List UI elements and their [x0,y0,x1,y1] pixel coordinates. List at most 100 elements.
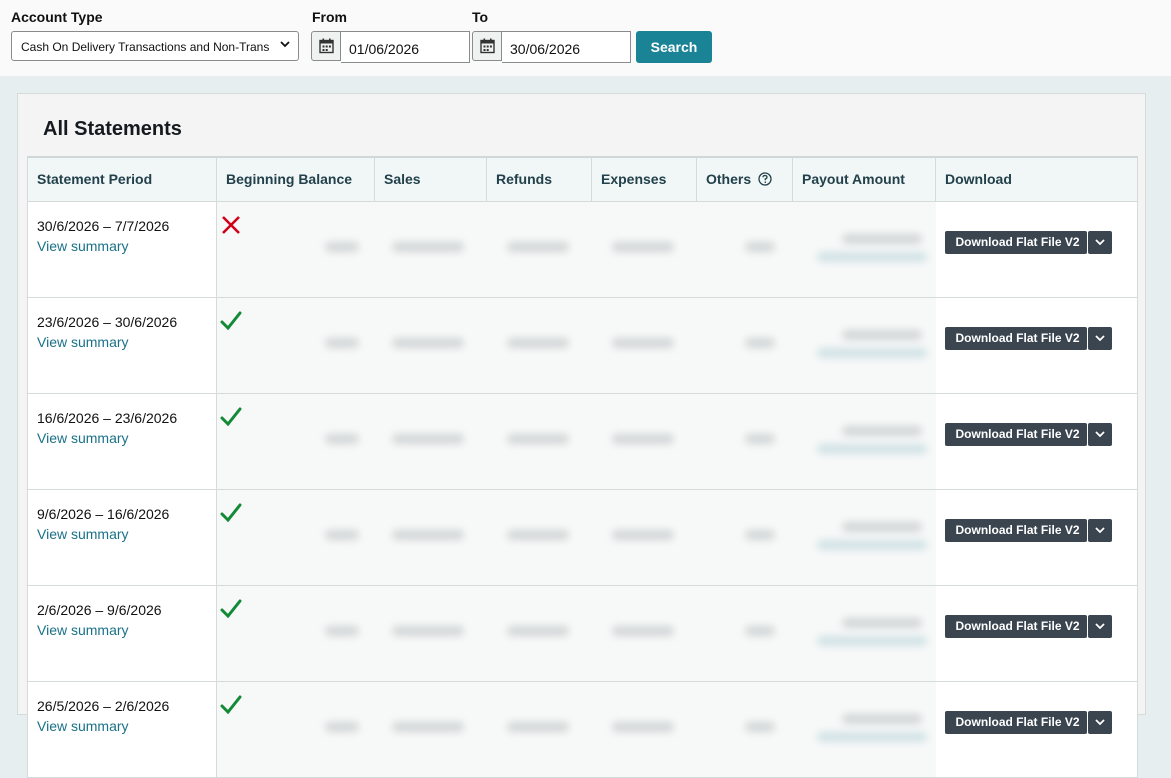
redacted-amounts [216,681,936,778]
redacted-value [325,433,359,444]
chevron-down-icon [280,41,290,48]
download-flat-file-button[interactable]: Download Flat File V2 [944,230,1087,254]
view-summary-link[interactable]: View summary [37,332,216,352]
redacted-value [745,721,775,732]
chevron-down-icon [1094,430,1105,437]
download-flat-file-button[interactable]: Download Flat File V2 [944,614,1087,638]
redacted-value [612,721,674,732]
redacted-value [507,529,569,540]
to-label: To [472,9,489,25]
redacted-value [325,241,359,252]
redacted-value [612,529,674,540]
redacted-value [842,233,922,244]
header-payout-amount[interactable]: Payout Amount [792,156,936,202]
to-date-input[interactable]: 30/06/2026 [502,31,631,63]
download-options-dropdown[interactable] [1087,422,1112,446]
redacted-value [612,625,674,636]
redacted-value [612,241,674,252]
header-others-label: Others [706,171,752,188]
redacted-value [325,337,359,348]
download-options-dropdown[interactable] [1087,614,1112,638]
view-summary-link[interactable]: View summary [37,716,216,736]
filter-bar: Account Type Cash On Delivery Transactio… [0,0,1171,76]
header-expenses[interactable]: Expenses [591,156,697,202]
redacted-value [817,635,927,646]
redacted-value [507,337,569,348]
account-type-label: Account Type [11,9,103,25]
redacted-value [817,347,927,358]
statement-period-cell: 23/6/2026 – 30/6/2026 View summary [27,297,217,394]
statement-period-cell: 30/6/2026 – 7/7/2026 View summary [27,201,217,298]
table-row: 2/6/2026 – 9/6/2026 View summary Downloa… [27,585,1138,682]
redacted-value [392,337,464,348]
view-summary-link[interactable]: View summary [37,236,216,256]
download-flat-file-button[interactable]: Download Flat File V2 [944,422,1087,446]
view-summary-link[interactable]: View summary [37,524,216,544]
redacted-value [612,433,674,444]
calendar-icon[interactable] [311,31,341,61]
redacted-value [817,251,927,262]
redacted-value [842,617,922,628]
download-options-dropdown[interactable] [1087,518,1112,542]
redacted-amounts [216,393,936,490]
account-type-select[interactable]: Cash On Delivery Transactions and Non-Tr… [11,31,299,61]
statements-panel: All Statements Statement Period Beginnin… [17,93,1146,778]
download-options-dropdown[interactable] [1087,326,1112,350]
download-cell: Download Flat File V2 [935,585,1138,682]
statements-table: Statement Period Beginning Balance Sales… [27,156,1138,778]
check-icon [220,311,242,330]
x-icon [222,215,240,234]
download-flat-file-button[interactable]: Download Flat File V2 [944,326,1087,350]
download-cell: Download Flat File V2 [935,489,1138,586]
redacted-amounts [216,297,936,394]
check-icon [220,407,242,426]
view-summary-link[interactable]: View summary [37,428,216,448]
redacted-value [325,529,359,540]
chevron-down-icon [1094,238,1105,245]
redacted-value [817,443,927,454]
statement-period-cell: 26/5/2026 – 2/6/2026 View summary [27,681,217,778]
calendar-icon[interactable] [472,31,502,61]
chevron-down-icon [1094,622,1105,629]
redacted-value [842,521,922,532]
account-type-value: Cash On Delivery Transactions and Non-Tr… [21,40,269,54]
redacted-value [842,329,922,340]
from-date-input[interactable]: 01/06/2026 [341,31,470,63]
redacted-value [392,529,464,540]
header-statement-period[interactable]: Statement Period [27,156,217,202]
search-button[interactable]: Search [636,31,712,63]
redacted-value [745,625,775,636]
view-summary-link[interactable]: View summary [37,620,216,640]
chevron-down-icon [1094,526,1105,533]
redacted-value [507,625,569,636]
to-date-group: 30/06/2026 [472,31,632,63]
statement-period: 16/6/2026 – 23/6/2026 [37,409,178,426]
download-cell: Download Flat File V2 [935,393,1138,490]
redacted-value [507,721,569,732]
table-row: 30/6/2026 – 7/7/2026 View summary Downlo… [27,201,1138,298]
redacted-value [842,713,922,724]
header-refunds[interactable]: Refunds [486,156,592,202]
redacted-value [745,241,775,252]
header-others[interactable]: Others [696,156,793,202]
redacted-value [817,731,927,742]
table-header-row: Statement Period Beginning Balance Sales… [27,156,1138,202]
statement-period-cell: 9/6/2026 – 16/6/2026 View summary [27,489,217,586]
redacted-value [325,721,359,732]
redacted-value [507,433,569,444]
table-row: 26/5/2026 – 2/6/2026 View summary Downlo… [27,681,1138,778]
header-beginning-balance[interactable]: Beginning Balance [216,156,375,202]
statement-period: 9/6/2026 – 16/6/2026 [37,505,170,522]
redacted-value [612,337,674,348]
redacted-value [817,539,927,550]
download-flat-file-button[interactable]: Download Flat File V2 [944,518,1087,542]
table-row: 23/6/2026 – 30/6/2026 View summary Downl… [27,297,1138,394]
download-options-dropdown[interactable] [1087,230,1112,254]
from-label: From [312,9,347,25]
download-flat-file-button[interactable]: Download Flat File V2 [944,710,1087,734]
header-sales[interactable]: Sales [374,156,487,202]
download-options-dropdown[interactable] [1087,710,1112,734]
statement-period: 23/6/2026 – 30/6/2026 [37,313,178,330]
help-circle-icon[interactable] [758,172,772,186]
chevron-down-icon [1094,718,1105,725]
